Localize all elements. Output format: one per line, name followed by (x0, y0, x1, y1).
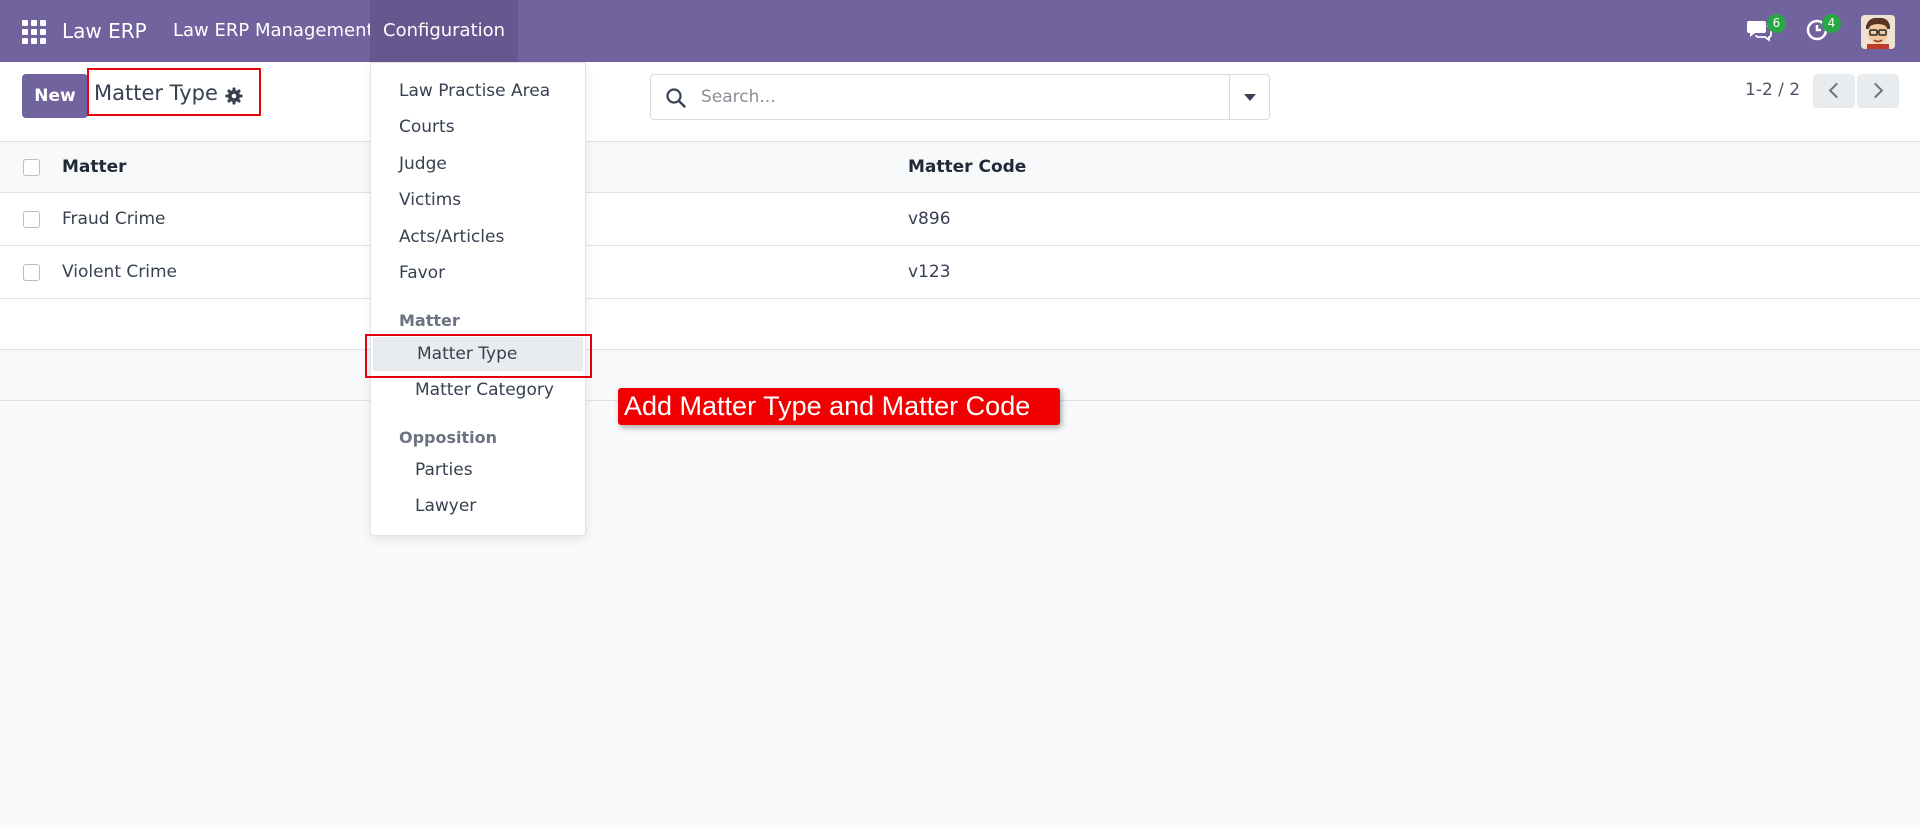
search-options-toggle[interactable] (1229, 75, 1269, 119)
menu-section-matter: Matter (399, 311, 460, 330)
table-header-row: Matter Matter Code (0, 142, 1920, 193)
menu-item-courts[interactable]: Courts (371, 110, 585, 144)
chevron-left-icon (1828, 82, 1845, 99)
cell-matter-code[interactable]: v123 (908, 262, 951, 282)
user-avatar[interactable] (1861, 15, 1895, 49)
menu-section-opposition: Opposition (399, 428, 498, 447)
annotation-callout: Add Matter Type and Matter Code (618, 388, 1060, 425)
column-header-matter[interactable]: Matter (62, 157, 127, 177)
search-icon (666, 88, 686, 108)
control-panel: New Matter Type 1-2 / 2 (0, 62, 1920, 142)
activities-count-badge: 4 (1822, 14, 1841, 33)
cell-matter[interactable]: Violent Crime (62, 262, 177, 282)
empty-row (0, 299, 1920, 350)
title-highlight-box (87, 68, 261, 116)
menu-law-erp-management[interactable]: Law ERP Management (160, 0, 387, 62)
column-header-matter-code[interactable]: Matter Code (908, 157, 1026, 177)
menu-configuration[interactable]: Configuration (370, 0, 519, 62)
app-brand[interactable]: Law ERP (62, 19, 147, 43)
caret-down-icon (1244, 94, 1256, 101)
menu-highlight-box (365, 334, 592, 378)
cell-matter-code[interactable]: v896 (908, 209, 951, 229)
list-view: Matter Matter Code Fraud Crime v896 Viol… (0, 142, 1920, 401)
pager-previous-button[interactable] (1813, 74, 1855, 108)
pager-next-button[interactable] (1857, 74, 1899, 108)
menu-item-victims[interactable]: Victims (371, 183, 585, 217)
row-checkbox[interactable] (23, 211, 40, 228)
menu-item-matter-category[interactable]: Matter Category (371, 373, 585, 407)
configuration-dropdown-menu: Law Practise Area Courts Judge Victims A… (370, 62, 586, 536)
search-input[interactable] (701, 75, 1201, 119)
pager-value[interactable]: 1-2 / 2 (1745, 80, 1800, 100)
cell-matter[interactable]: Fraud Crime (62, 209, 166, 229)
row-checkbox[interactable] (23, 264, 40, 281)
new-button[interactable]: New (22, 74, 88, 118)
messages-count-badge: 6 (1767, 14, 1786, 33)
chevron-right-icon (1867, 82, 1884, 99)
table-row[interactable]: Violent Crime v123 (0, 246, 1920, 299)
menu-item-parties[interactable]: Parties (371, 453, 585, 487)
top-navbar: Law ERP Law ERP Management Configuration… (0, 0, 1920, 62)
table-row[interactable]: Fraud Crime v896 (0, 193, 1920, 246)
menu-item-favor[interactable]: Favor (371, 256, 585, 290)
menu-item-acts-articles[interactable]: Acts/Articles (371, 220, 585, 254)
search-bar[interactable] (650, 74, 1270, 120)
menu-item-lawyer[interactable]: Lawyer (371, 489, 585, 523)
menu-item-judge[interactable]: Judge (371, 147, 585, 181)
app-grid-icon[interactable] (22, 20, 46, 44)
menu-item-law-practise-area[interactable]: Law Practise Area (371, 74, 585, 108)
select-all-checkbox[interactable] (23, 159, 40, 176)
